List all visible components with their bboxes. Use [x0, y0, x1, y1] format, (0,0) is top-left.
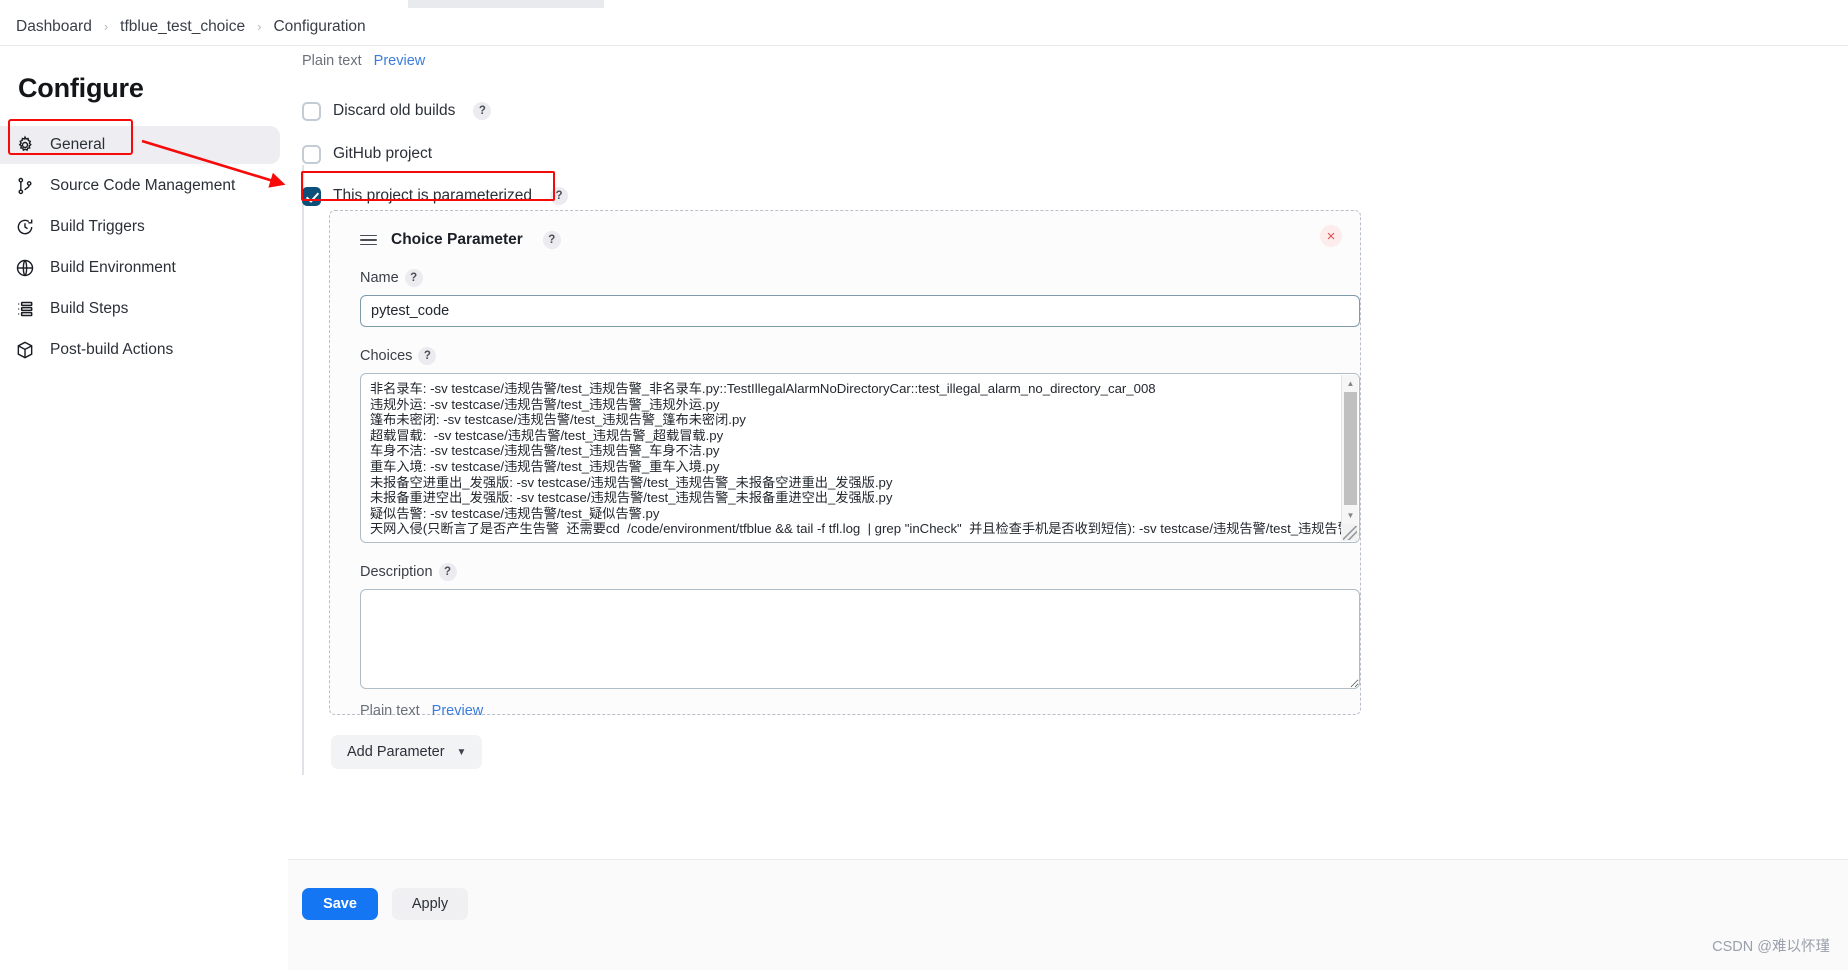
- resize-handle-icon[interactable]: [1341, 524, 1358, 541]
- checkbox-label: GitHub project: [333, 145, 433, 162]
- sidebar-item-label: Post-build Actions: [50, 341, 174, 358]
- choice-parameter-panel: Choice Parameter ? × Name ? Choices ?: [329, 210, 1361, 719]
- github-project-checkbox[interactable]: [302, 144, 321, 164]
- choices-label-row: Choices ?: [360, 347, 1342, 365]
- choices-textarea[interactable]: [360, 373, 1360, 543]
- bottom-action-bar: Save Apply: [288, 859, 1848, 970]
- sidebar-item-label: Build Environment: [50, 259, 176, 276]
- help-icon[interactable]: ?: [418, 347, 437, 365]
- sidebar-item-label: General: [50, 136, 106, 153]
- sidebar-item-build-environment[interactable]: Build Environment: [0, 249, 280, 287]
- description-label: Description: [360, 564, 433, 580]
- help-icon[interactable]: ?: [550, 187, 568, 205]
- name-field-block: Name ?: [348, 269, 1360, 327]
- parameter-header: Choice Parameter ?: [348, 231, 1342, 249]
- markup-formatter-row-description: Plain text Preview: [348, 703, 1342, 719]
- sidebar-item-label: Build Steps: [50, 300, 129, 317]
- sidebar-nav-list: General Source Code Management Build Tri…: [0, 126, 330, 369]
- checkbox-row-this-project-is-parameterized[interactable]: This project is parameterized ?: [288, 181, 1848, 211]
- choices-scrollbar[interactable]: ▲ ▼: [1341, 375, 1358, 541]
- sidebar-item-build-triggers[interactable]: Build Triggers: [0, 208, 280, 246]
- name-label-row: Name ?: [360, 269, 1342, 287]
- markup-formatter-row-top: Plain text Preview: [288, 47, 1848, 69]
- name-label: Name: [360, 270, 399, 286]
- discard-old-builds-checkbox[interactable]: [302, 101, 321, 121]
- sidebar-item-label: Source Code Management: [50, 177, 236, 194]
- sidebar-item-build-steps[interactable]: Build Steps: [0, 290, 280, 328]
- choices-field-block: Choices ? ▲ ▼: [348, 347, 1360, 543]
- plain-text-label: Plain text: [360, 703, 420, 719]
- save-button[interactable]: Save: [302, 888, 378, 920]
- page-body: Configure General Source Code Management…: [0, 47, 1848, 970]
- breadcrumb-item-job[interactable]: tfblue_test_choice: [110, 16, 255, 38]
- checkbox-row-github-project[interactable]: GitHub project: [288, 139, 1848, 169]
- choices-label: Choices: [360, 348, 413, 364]
- gear-icon: [14, 134, 36, 156]
- sidebar-item-post-build-actions[interactable]: Post-build Actions: [0, 331, 280, 369]
- breadcrumb: Dashboard › tfblue_test_choice › Configu…: [0, 8, 1848, 46]
- sidebar-item-label: Build Triggers: [50, 218, 145, 235]
- breadcrumb-item-dashboard[interactable]: Dashboard: [6, 16, 102, 38]
- scrollbar-thumb[interactable]: [1344, 392, 1357, 505]
- browser-tab-stub: [408, 0, 604, 8]
- description-field-block: Description ?: [348, 563, 1360, 694]
- sidebar-item-source-code-management[interactable]: Source Code Management: [0, 167, 280, 205]
- breadcrumb-separator-icon: ›: [103, 19, 109, 34]
- chevron-down-icon: ▼: [456, 746, 467, 758]
- form-guide-line: [302, 165, 304, 775]
- checkbox-label: Discard old builds: [333, 102, 456, 119]
- scroll-down-icon[interactable]: ▼: [1342, 507, 1359, 523]
- breadcrumb-separator-icon: ›: [257, 19, 262, 34]
- sidebar: Configure General Source Code Management…: [0, 47, 330, 970]
- page-title: Configure: [18, 73, 144, 103]
- package-icon: [14, 339, 36, 361]
- parameter-type-title: Choice Parameter: [391, 231, 523, 248]
- choices-textarea-wrapper: ▲ ▼: [360, 373, 1360, 543]
- parameter-name-input[interactable]: [360, 295, 1360, 327]
- preview-link[interactable]: Preview: [432, 703, 484, 719]
- help-icon[interactable]: ?: [542, 231, 561, 249]
- clock-icon: [14, 216, 36, 238]
- description-textarea[interactable]: [360, 589, 1360, 689]
- globe-icon: [14, 257, 36, 279]
- add-parameter-button[interactable]: Add Parameter ▼: [331, 735, 483, 769]
- breadcrumb-item-configuration[interactable]: Configuration: [263, 16, 375, 38]
- close-icon[interactable]: ×: [1320, 225, 1342, 247]
- preview-link[interactable]: Preview: [374, 53, 426, 69]
- checkbox-row-discard-old-builds[interactable]: Discard old builds ?: [288, 96, 1848, 126]
- add-parameter-label: Add Parameter: [347, 744, 445, 760]
- watermark: CSDN @难以怀瑾: [1712, 939, 1830, 955]
- checkbox-label: This project is parameterized: [333, 187, 532, 204]
- drag-handle-icon[interactable]: [360, 234, 377, 246]
- scroll-up-icon[interactable]: ▲: [1342, 375, 1359, 391]
- main-content: Plain text Preview Discard old builds ? …: [288, 47, 1848, 970]
- help-icon[interactable]: ?: [438, 563, 457, 581]
- sidebar-item-general[interactable]: General: [0, 126, 280, 164]
- list-icon: [14, 298, 36, 320]
- help-icon[interactable]: ?: [473, 102, 492, 120]
- help-icon[interactable]: ?: [404, 269, 423, 287]
- branch-icon: [14, 175, 36, 197]
- plain-text-label: Plain text: [302, 53, 362, 69]
- this-project-is-parameterized-checkbox[interactable]: [302, 186, 321, 206]
- description-label-row: Description ?: [360, 563, 1342, 581]
- apply-button[interactable]: Apply: [392, 888, 468, 920]
